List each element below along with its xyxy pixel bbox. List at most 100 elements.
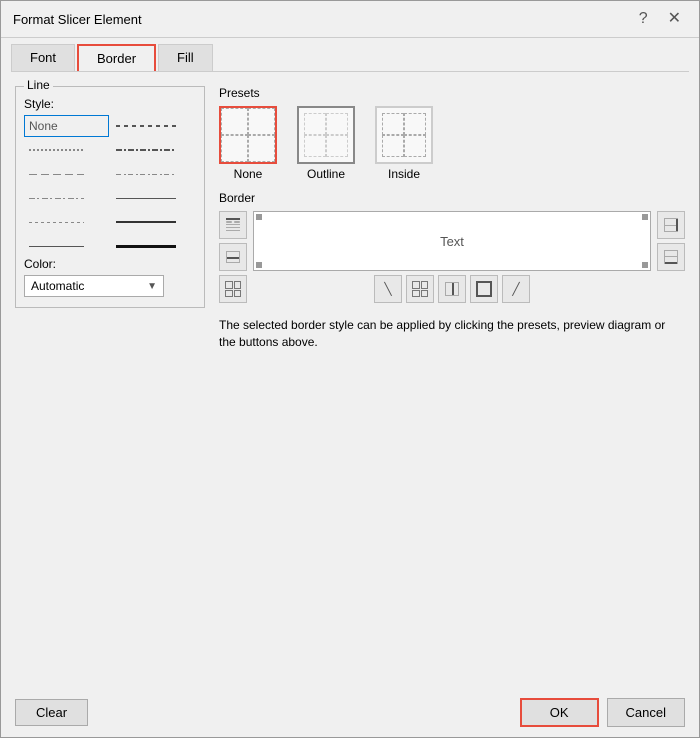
- bottom-border-btn-row: ╲: [253, 275, 651, 303]
- inside-inner-icon: [382, 113, 425, 156]
- outline-inner-icon: [304, 113, 347, 156]
- vertical-inner-btn[interactable]: [438, 275, 466, 303]
- right-border-icon: [663, 217, 679, 233]
- corner-br-mark: [642, 262, 648, 268]
- dotted-line-icon: [29, 149, 84, 151]
- presets-section: Presets N: [219, 86, 685, 181]
- style-dotted2[interactable]: [24, 211, 109, 233]
- tab-border[interactable]: Border: [77, 44, 156, 71]
- preset-outline[interactable]: Outline: [297, 106, 355, 181]
- help-button[interactable]: ?: [633, 9, 654, 29]
- style-grid: None: [24, 115, 196, 257]
- corner-bl-mark: [256, 262, 262, 268]
- style-none-cell[interactable]: None: [24, 115, 109, 137]
- ok-button[interactable]: OK: [520, 698, 599, 727]
- right-border-buttons: [657, 211, 685, 303]
- preset-none-box: [219, 106, 277, 164]
- diag-down-icon: ╲: [384, 282, 391, 296]
- solid-thick-icon: [116, 245, 176, 248]
- border-label: Border: [219, 191, 685, 205]
- color-value: Automatic: [31, 279, 84, 293]
- left-solid-icon: [29, 246, 84, 247]
- style-left-dash[interactable]: [24, 163, 109, 185]
- left-panel: Line Style: None: [15, 86, 205, 678]
- preset-inside-box: [375, 106, 433, 164]
- dialog: Format Slicer Element ? ✕ Font Border Fi…: [0, 0, 700, 738]
- preset-inside-label: Inside: [388, 167, 420, 181]
- diag-up-btn[interactable]: ╱: [502, 275, 530, 303]
- style-dotted1[interactable]: [24, 139, 109, 161]
- style-left-solid[interactable]: [24, 235, 109, 257]
- all-borders-btn[interactable]: [219, 275, 247, 303]
- border-preview-text: Text: [440, 234, 464, 249]
- info-text: The selected border style can be applied…: [219, 317, 685, 351]
- border-controls: Text ╲: [219, 211, 685, 303]
- dropdown-arrow-icon: ▼: [147, 281, 157, 292]
- border-preview[interactable]: Text: [253, 211, 651, 271]
- right-panel: Presets N: [219, 86, 685, 678]
- vert-inside-icon: [444, 281, 460, 297]
- left-dash-dot-icon: [29, 198, 84, 199]
- preset-none-label: None: [234, 167, 263, 181]
- line-group-label: Line: [24, 78, 53, 92]
- color-dropdown[interactable]: Automatic ▼: [24, 275, 164, 297]
- style-short-dash[interactable]: [111, 163, 196, 185]
- style-label: Style:: [24, 97, 196, 111]
- right-border-btn[interactable]: [657, 211, 685, 239]
- outer-box-btn[interactable]: [470, 275, 498, 303]
- border-preview-wrapper: Text ╲: [253, 211, 651, 303]
- line-group: Line Style: None: [15, 86, 205, 308]
- border-section: Border: [219, 191, 685, 303]
- diag-up-icon: ╱: [512, 282, 519, 296]
- tabs: Font Border Fill: [1, 38, 699, 71]
- style-solid-thick[interactable]: [111, 235, 196, 257]
- style-left-dash-dot[interactable]: [24, 187, 109, 209]
- bottom-border-icon: [663, 249, 679, 265]
- horiz-border-icon: [225, 249, 241, 265]
- main-row: Line Style: None: [15, 86, 685, 678]
- tab-font[interactable]: Font: [11, 44, 75, 71]
- tab-fill[interactable]: Fill: [158, 44, 213, 71]
- corner-tr-mark: [642, 214, 648, 220]
- top-outer-border-btn[interactable]: [219, 211, 247, 239]
- title-bar-controls: ? ✕: [633, 9, 687, 29]
- outer-border-icon: [476, 281, 492, 297]
- presets-label: Presets: [219, 86, 685, 100]
- color-label: Color:: [24, 257, 196, 271]
- preset-none[interactable]: None: [219, 106, 277, 181]
- close-button[interactable]: ✕: [662, 9, 687, 29]
- style-dash-long[interactable]: [111, 115, 196, 137]
- corner-tl-mark: [256, 214, 262, 220]
- style-none-text: None: [29, 119, 58, 133]
- style-solid-medium[interactable]: [111, 211, 196, 233]
- solid-thin-icon: [116, 198, 176, 199]
- all-borders-icon: [225, 281, 241, 297]
- style-dash-dot[interactable]: [111, 139, 196, 161]
- horizontal-border-btn[interactable]: [219, 243, 247, 271]
- preset-inside[interactable]: Inside: [375, 106, 433, 181]
- left-dash-icon: [29, 174, 84, 175]
- title-bar: Format Slicer Element ? ✕: [1, 1, 699, 38]
- cancel-button[interactable]: Cancel: [607, 698, 685, 727]
- clear-button[interactable]: Clear: [15, 699, 88, 726]
- short-dash-icon: [116, 174, 176, 175]
- dotted2-icon: [29, 222, 84, 223]
- bottom-bar: Clear OK Cancel: [1, 688, 699, 737]
- presets-row: None Ou: [219, 106, 685, 181]
- bottom-border-btn[interactable]: [657, 243, 685, 271]
- dash-dot-icon: [116, 149, 176, 151]
- inner-border-icon: [412, 281, 428, 297]
- content-area: Line Style: None: [1, 72, 699, 688]
- inner-border-btn[interactable]: [406, 275, 434, 303]
- left-border-buttons: [219, 211, 247, 303]
- style-solid-thin[interactable]: [111, 187, 196, 209]
- dash-line-icon: [116, 125, 176, 127]
- dialog-title: Format Slicer Element: [13, 12, 142, 27]
- ok-cancel-row: OK Cancel: [520, 698, 685, 727]
- none-grid-icon: [221, 108, 275, 162]
- solid-medium-icon: [116, 221, 176, 223]
- diag-down-btn[interactable]: ╲: [374, 275, 402, 303]
- preset-outline-box: [297, 106, 355, 164]
- top-border-icon: [225, 217, 241, 233]
- preset-outline-label: Outline: [307, 167, 345, 181]
